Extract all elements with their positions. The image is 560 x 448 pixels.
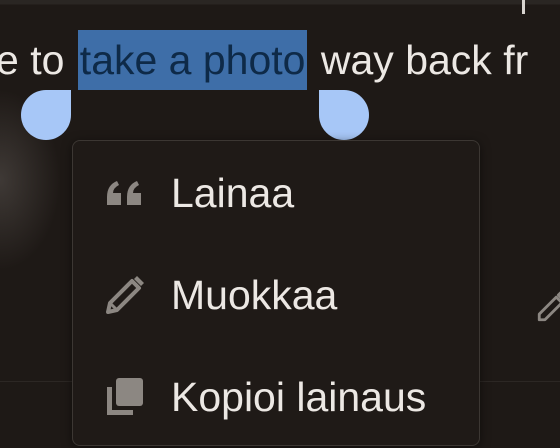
message-text-line[interactable]: e to take a photo way back fr xyxy=(0,30,528,90)
pencil-icon xyxy=(106,276,144,314)
menu-item-quote[interactable]: Lainaa xyxy=(73,141,479,243)
text-before-selection: e to xyxy=(0,37,65,83)
copy-icon xyxy=(107,378,143,415)
menu-item-copy-quote[interactable]: Kopioi lainaus xyxy=(73,345,479,447)
menu-item-label: Muokkaa xyxy=(171,272,338,318)
menu-item-edit[interactable]: Muokkaa xyxy=(73,243,479,345)
menu-item-label: Lainaa xyxy=(171,170,295,216)
selected-text[interactable]: take a photo xyxy=(77,30,308,90)
text-after-selection: way back fr xyxy=(320,37,529,83)
quote-icon xyxy=(107,181,141,205)
text-selection-context-menu: Lainaa Muokkaa Kopioi lainaus xyxy=(72,140,480,446)
selection-handle-end[interactable] xyxy=(319,90,369,140)
pencil-icon[interactable] xyxy=(535,290,560,324)
text-cursor-fragment xyxy=(522,0,525,14)
menu-item-label: Kopioi lainaus xyxy=(171,374,427,420)
selection-handle-start[interactable] xyxy=(21,90,71,140)
